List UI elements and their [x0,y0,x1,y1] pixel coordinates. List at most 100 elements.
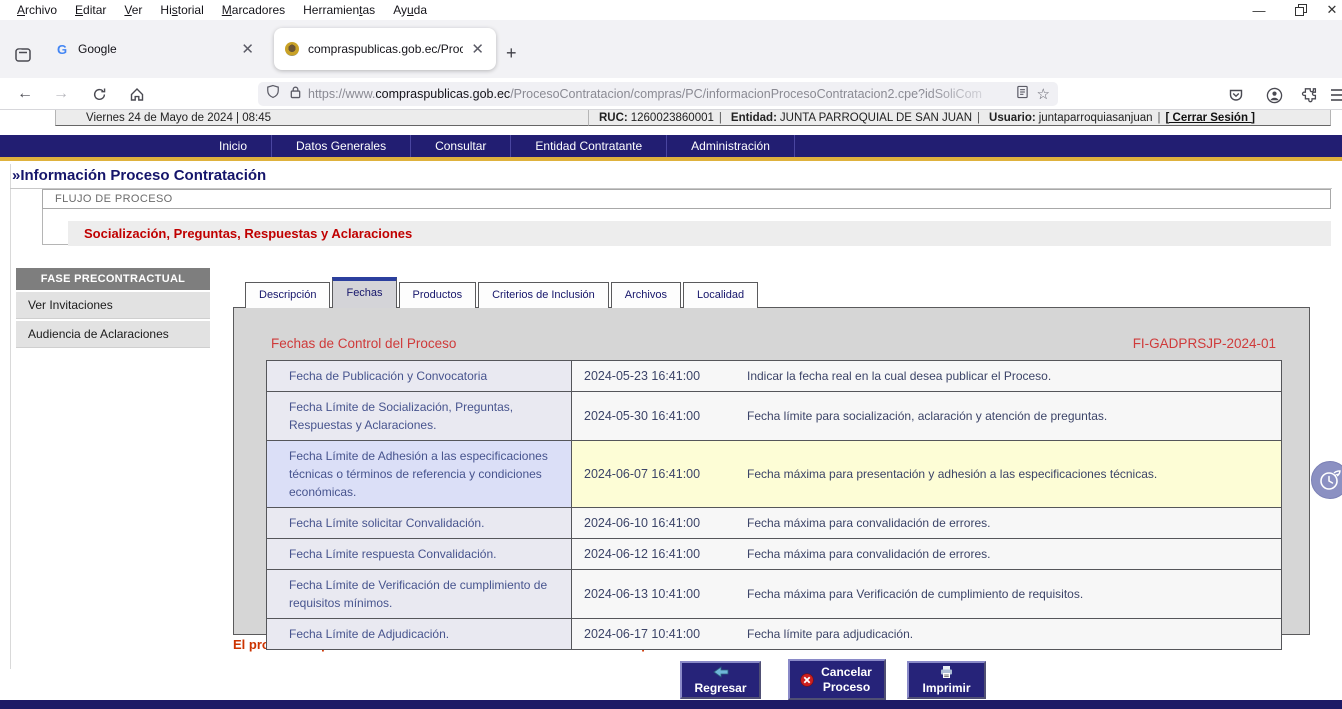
detail-tab[interactable]: Fechas [332,277,396,308]
menu-item[interactable]: Editar [66,1,115,19]
sidebar-item[interactable]: Audiencia de Aclaraciones [16,321,210,348]
logout-link[interactable]: [ Cerrar Sesión ] [1166,112,1255,124]
nav-menu-item[interactable]: Consultar [411,135,511,157]
detail-tab[interactable]: Localidad [683,282,758,308]
minimize-button[interactable]: — [1238,0,1280,20]
browser-tab-google[interactable]: G Google ✕ [44,28,266,70]
restore-button[interactable] [1280,0,1322,20]
page-frame-line [10,164,11,669]
row-description: Fecha límite para adjudicación. [737,619,1281,649]
row-label: Fecha Límite de Verificación de cumplimi… [267,570,572,618]
tab-bar: G Google ✕ compraspublicas.gob.ec/Proce … [0,20,1342,78]
detail-tab[interactable]: Productos [399,282,477,308]
cancelar-proceso-button[interactable]: Cancelar Proceso [788,659,886,700]
menu-item[interactable]: Ver [115,1,151,19]
menu-items: ArchivoEditarVerHistorialMarcadoresHerra… [8,1,436,19]
table-row: Fecha Límite solicitar Convalidación. 20… [267,508,1281,539]
table-row: Fecha Límite de Socialización, Preguntas… [267,392,1281,441]
sidebar-item[interactable]: Ver Invitaciones [16,292,210,319]
navigation-toolbar: ← → https://www.compraspublicas.gob.ec/P… [0,78,1342,110]
row-label: Fecha Límite de Adjudicación. [267,619,572,649]
shield-icon[interactable] [266,84,280,104]
row-label: Fecha Límite respuesta Convalidación. [267,539,572,569]
menu-hamburger-icon[interactable] [1326,83,1342,107]
gold-divider [0,157,1342,161]
detail-tabs: DescripciónFechasProductosCriterios de I… [245,277,760,308]
menu-item[interactable]: Archivo [8,1,66,19]
row-description: Fecha máxima para convalidación de error… [737,508,1281,538]
tab-title: compraspublicas.gob.ec/Proce [308,42,463,56]
nav-menu-item[interactable]: Datos Generales [272,135,411,157]
row-description: Fecha máxima para presentación y adhesió… [737,441,1281,507]
bookmark-star-icon[interactable]: ☆ [1037,85,1050,103]
url-bar[interactable]: https://www.compraspublicas.gob.ec/Proce… [258,82,1058,106]
lock-icon[interactable] [289,85,302,104]
back-arrow-icon [713,665,729,679]
ruc-label: RUC: [599,112,628,124]
row-date: 2024-06-12 16:41:00 [572,539,737,569]
sidebar-header: FASE PRECONTRACTUAL [16,268,210,290]
account-icon[interactable] [1262,83,1286,107]
nav-menu-item[interactable]: Inicio [195,135,272,157]
reload-icon[interactable] [86,81,112,107]
site-favicon-icon [284,41,300,57]
back-icon[interactable]: ← [12,81,38,107]
row-label: Fecha de Publicación y Convocatoria [267,361,572,391]
tab-close-icon[interactable]: ✕ [239,40,256,58]
menu-item[interactable]: Marcadores [213,1,294,19]
row-description: Fecha máxima para Verificación de cumpli… [737,570,1281,618]
floating-clock-widget[interactable] [1311,461,1342,499]
menu-item[interactable]: Ayuda [384,1,436,19]
session-datetime: Viernes 24 de Mayo de 2024 | 08:45 [55,110,595,126]
usuario-label: Usuario: [989,112,1036,124]
firefox-view-icon[interactable] [8,40,38,70]
ruc-value: 1260023860001 [631,112,714,124]
detail-tab[interactable]: Descripción [245,282,330,308]
row-label: Fecha Límite de Socialización, Preguntas… [267,392,572,440]
google-favicon-icon: G [54,41,70,57]
reader-mode-icon[interactable] [1016,85,1029,104]
detail-tab[interactable]: Criterios de Inclusión [478,282,609,308]
detail-tab[interactable]: Archivos [611,282,681,308]
browser-tab-compraspublicas[interactable]: compraspublicas.gob.ec/Proce ✕ [274,28,496,70]
main-nav: InicioDatos GeneralesConsultarEntidad Co… [0,135,1342,157]
page-content: Viernes 24 de Mayo de 2024 | 08:45 RUC: … [0,110,1342,709]
regresar-button[interactable]: Regresar [680,661,761,699]
close-button[interactable]: ✕ [1322,0,1342,20]
menu-item[interactable]: Historial [151,1,212,19]
fechas-panel: Fechas de Control del Proceso FI-GADPRSJ… [233,307,1310,635]
nav-menu-item[interactable]: Administración [667,135,795,157]
row-description: Fecha máxima para convalidación de error… [737,539,1281,569]
table-row: Fecha de Publicación y Convocatoria 2024… [267,361,1281,392]
sidebar-items: Ver InvitacionesAudiencia de Aclaracione… [16,292,210,348]
session-info-bar: RUC: 1260023860001 | Entidad: JUNTA PARR… [588,110,1331,126]
new-tab-button[interactable]: + [506,43,517,64]
tab-title: Google [78,42,233,56]
browser-window: ArchivoEditarVerHistorialMarcadoresHerra… [0,0,1342,709]
row-date: 2024-06-10 16:41:00 [572,508,737,538]
entidad-value: JUNTA PARROQUIAL DE SAN JUAN [780,112,972,124]
window-controls: — ✕ [1238,0,1342,20]
tab-close-icon[interactable]: ✕ [469,40,486,58]
row-label: Fecha Límite solicitar Convalidación. [267,508,572,538]
nav-menu-item[interactable]: Entidad Contratante [511,135,667,157]
usuario-value: juntaparroquiasanjuan [1039,112,1153,124]
printer-icon [939,665,954,679]
menu-item[interactable]: Herramientas [294,1,384,19]
forward-icon[interactable]: → [48,81,74,107]
home-icon[interactable] [124,81,150,107]
url-text: https://www.compraspublicas.gob.ec/Proce… [308,87,1010,101]
imprimir-button[interactable]: Imprimir [907,661,986,699]
row-description: Fecha límite para socialización, aclarac… [737,392,1281,440]
flujo-de-proceso-bar[interactable]: FLUJO DE PROCESO [42,189,1331,209]
pocket-icon[interactable] [1224,83,1248,107]
table-row: Fecha Límite de Adhesión a las especific… [267,441,1281,508]
page-footer-bar [0,700,1342,709]
row-date: 2024-05-23 16:41:00 [572,361,737,391]
entidad-label: Entidad: [731,112,777,124]
clock-icon [1317,467,1342,493]
extensions-icon[interactable] [1297,83,1321,107]
process-code: FI-GADPRSJP-2024-01 [1133,336,1276,351]
table-row: Fecha Límite de Verificación de cumplimi… [267,570,1281,619]
menu-bar: ArchivoEditarVerHistorialMarcadoresHerra… [0,0,1342,20]
